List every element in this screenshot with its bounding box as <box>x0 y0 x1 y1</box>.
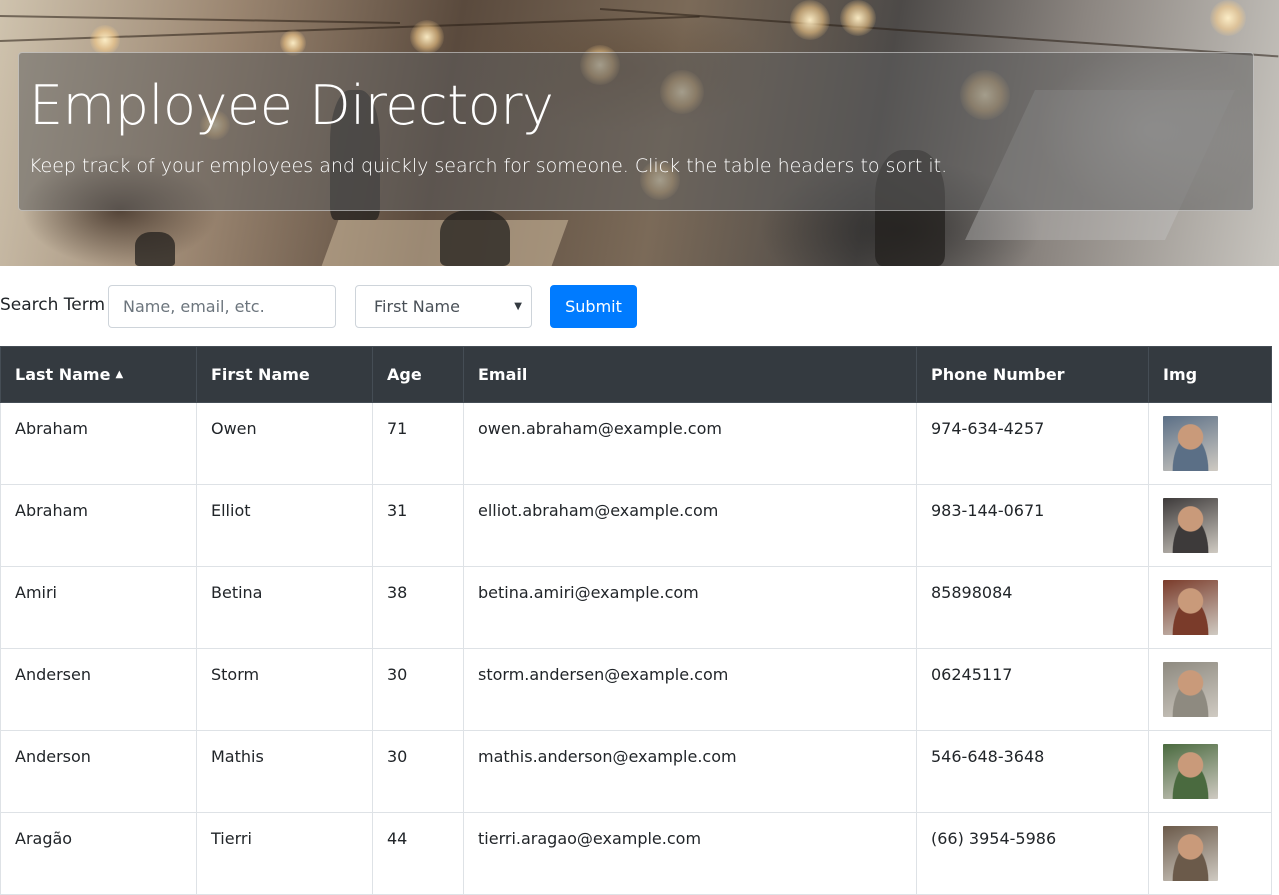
cell-first-name: Owen <box>196 402 373 485</box>
table-row: Abraham Elliot 31 elliot.abraham@example.co… <box>0 484 1272 567</box>
table-row: Aragão Tierri 44 tierri.aragao@example.com(… <box>0 812 1272 895</box>
cell-last-name: Abraham <box>0 402 197 485</box>
header-phone-number[interactable]: Phone Number <box>916 346 1149 403</box>
cell-phone-number: 974-634-4257 <box>916 402 1149 485</box>
cell-email: storm.andersen@example.com <box>463 648 917 731</box>
sort-up-icon: ▲ <box>115 369 124 380</box>
header-first-name[interactable]: First Name <box>196 346 373 403</box>
cell-last-name: Anderson <box>0 730 197 813</box>
hero-banner: Employee Directory Keep track of your em… <box>0 0 1279 266</box>
cell-img <box>1148 484 1272 567</box>
search-form: Search Term First Name ▼ Submit <box>0 285 1279 328</box>
page-title: Employee Directory <box>29 74 554 137</box>
cell-first-name: Betina <box>196 566 373 649</box>
header-email[interactable]: Email <box>463 346 917 403</box>
cell-age: 31 <box>372 484 464 567</box>
avatar <box>1163 744 1218 799</box>
employee-table: Last Name ▲ First Name Age Email Phone Nu… <box>0 346 1272 895</box>
header-last-name[interactable]: Last Name ▲ <box>0 346 197 403</box>
cell-last-name: Andersen <box>0 648 197 731</box>
cell-age: 38 <box>372 566 464 649</box>
search-field-select[interactable]: First Name ▼ <box>355 285 532 328</box>
cell-first-name: Storm <box>196 648 373 731</box>
cell-img <box>1148 402 1272 485</box>
table-row: Abraham Owen 71 owen.abraham@example.com 974… <box>0 402 1272 485</box>
cell-img <box>1148 648 1272 731</box>
cell-age: 71 <box>372 402 464 485</box>
cell-img <box>1148 812 1272 895</box>
select-value: First Name <box>374 297 460 316</box>
cell-first-name: Mathis <box>196 730 373 813</box>
cell-email: betina.amiri@example.com <box>463 566 917 649</box>
cell-email: tierri.aragao@example.com <box>463 812 917 895</box>
cell-email: mathis.anderson@example.com <box>463 730 917 813</box>
chevron-down-icon: ▼ <box>514 301 522 312</box>
cell-phone-number: 983-144-0671 <box>916 484 1149 567</box>
cell-email: elliot.abraham@example.com <box>463 484 917 567</box>
cell-last-name: Amiri <box>0 566 197 649</box>
avatar <box>1163 662 1218 717</box>
table-row: Andersen Storm 30 storm.andersen@example.co… <box>0 648 1272 731</box>
search-input[interactable] <box>108 285 336 328</box>
page-subtitle: Keep track of your employees and quickly… <box>29 155 948 177</box>
avatar <box>1163 580 1218 635</box>
cell-phone-number: (66) 3954-5986 <box>916 812 1149 895</box>
cell-last-name: Aragão <box>0 812 197 895</box>
cell-email: owen.abraham@example.com <box>463 402 917 485</box>
cell-phone-number: 546-648-3648 <box>916 730 1149 813</box>
cell-phone-number: 85898084 <box>916 566 1149 649</box>
cell-img <box>1148 566 1272 649</box>
search-label: Search Term <box>0 295 106 315</box>
cell-img <box>1148 730 1272 813</box>
avatar <box>1163 416 1218 471</box>
table-header-row: Last Name ▲ First Name Age Email Phone Nu… <box>0 346 1272 403</box>
employee-table-wrapper: Last Name ▲ First Name Age Email Phone Nu… <box>0 346 1272 895</box>
cell-last-name: Abraham <box>0 484 197 567</box>
cell-phone-number: 06245117 <box>916 648 1149 731</box>
header-img[interactable]: Img <box>1148 346 1272 403</box>
cell-first-name: Tierri <box>196 812 373 895</box>
cell-age: 30 <box>372 648 464 731</box>
cell-first-name: Elliot <box>196 484 373 567</box>
table-row: Amiri Betina 38 betina.amiri@example.com 858… <box>0 566 1272 649</box>
avatar <box>1163 826 1218 881</box>
submit-button[interactable]: Submit <box>550 285 637 328</box>
cell-age: 44 <box>372 812 464 895</box>
header-age[interactable]: Age <box>372 346 464 403</box>
avatar <box>1163 498 1218 553</box>
cell-age: 30 <box>372 730 464 813</box>
table-row: Anderson Mathis 30 mathis.anderson@example.… <box>0 730 1272 813</box>
